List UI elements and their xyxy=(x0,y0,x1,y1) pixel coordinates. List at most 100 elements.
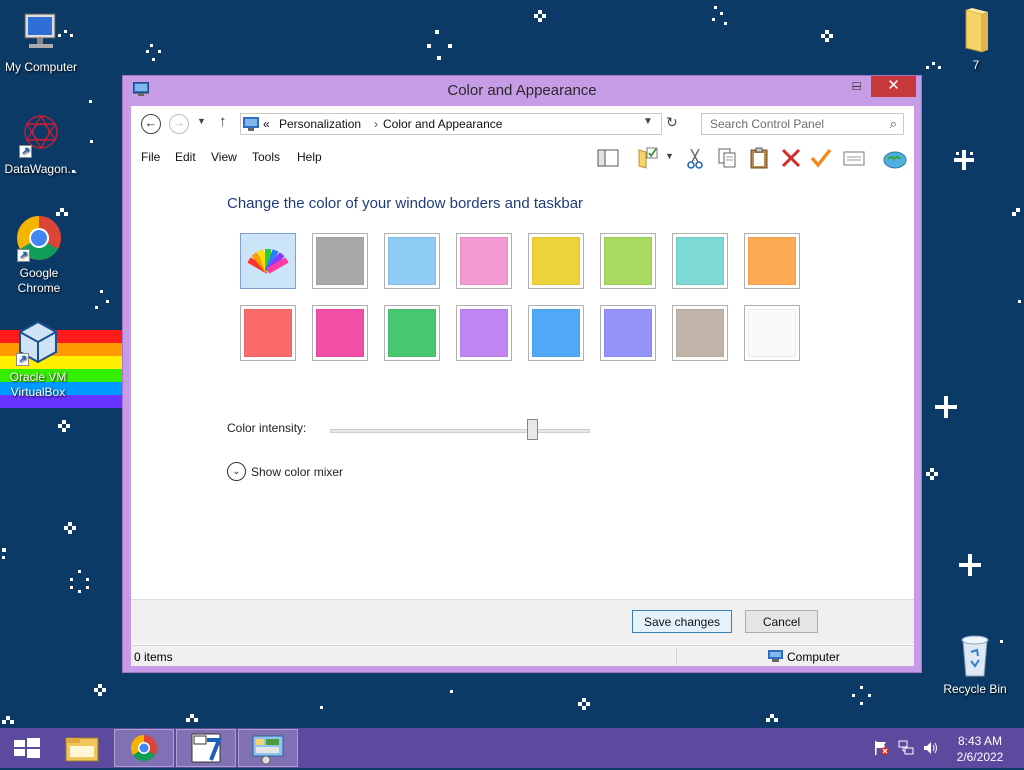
swatch-white[interactable] xyxy=(744,305,800,361)
cut-icon[interactable] xyxy=(683,146,707,170)
forward-button[interactable]: → xyxy=(169,114,189,134)
desktop-icon-virtualbox[interactable]: ↗ Oracle VM VirtualBox xyxy=(0,318,80,400)
taskbar-file-explorer[interactable] xyxy=(52,729,112,767)
desktop-icon-folder-7[interactable]: 7 xyxy=(934,6,1018,73)
file-explorer-icon xyxy=(65,737,99,762)
delete-icon[interactable] xyxy=(779,146,803,170)
virtualbox-icon: ↗ xyxy=(14,318,62,366)
swatch-yellow[interactable] xyxy=(528,233,584,289)
swatch-automatic[interactable] xyxy=(240,233,296,289)
status-bar: 0 items Computer xyxy=(131,645,914,666)
search-icon[interactable]: ⌕ xyxy=(890,116,897,132)
desktop-icon-my-computer[interactable]: My Computer xyxy=(0,8,83,75)
copy-icon[interactable] xyxy=(715,146,739,170)
navigation-bar: ← → ▼ ↑ « Personalization › Color and Ap… xyxy=(131,106,914,141)
back-button[interactable]: ← xyxy=(141,114,161,134)
dropdown-chevron-icon[interactable]: ▼ xyxy=(665,151,674,161)
swatch-red[interactable] xyxy=(240,305,296,361)
swatch-orange[interactable] xyxy=(744,233,800,289)
properties-check-icon[interactable] xyxy=(809,146,833,170)
folder-options-icon[interactable] xyxy=(636,146,660,170)
seven-zip-icon xyxy=(191,733,222,763)
maximize-button[interactable]: □ xyxy=(843,76,870,97)
address-bar[interactable]: « Personalization › Color and Appearance… xyxy=(240,113,662,135)
computer-icon xyxy=(17,8,65,56)
menu-tools[interactable]: Tools xyxy=(252,150,280,164)
menu-file[interactable]: File xyxy=(141,150,160,164)
item-count: 0 items xyxy=(134,650,173,664)
expand-chevron-icon: ⌄ xyxy=(227,462,246,481)
status-location: Computer xyxy=(787,650,840,664)
start-button[interactable] xyxy=(0,729,60,767)
action-center-flag-icon[interactable] xyxy=(873,740,890,756)
breadcrumb-personalization[interactable]: Personalization xyxy=(279,117,361,131)
swatch-teal[interactable] xyxy=(672,233,728,289)
status-divider xyxy=(676,648,677,665)
swatch-lime[interactable] xyxy=(600,233,656,289)
network-icon[interactable] xyxy=(898,740,915,756)
save-changes-button[interactable]: Save changes xyxy=(632,610,732,633)
desktop-icon-google-chrome[interactable]: ↗ Google Chrome xyxy=(0,214,81,296)
show-color-mixer-label: Show color mixer xyxy=(251,465,344,479)
color-appearance-window: Color and Appearance ‒ □ ✕ ← → ▼ ↑ « Per… xyxy=(122,75,922,673)
swatch-fill xyxy=(748,309,796,357)
breadcrumb-separator: › xyxy=(374,117,378,131)
volume-icon[interactable] xyxy=(922,740,939,756)
taskbar-clock[interactable]: 8:43 AM 2/6/2022 xyxy=(948,733,1012,765)
swatch-fill xyxy=(388,309,436,357)
swatch-fill xyxy=(676,309,724,357)
refresh-icon[interactable]: ↻ xyxy=(666,114,678,131)
clock-time: 8:43 AM xyxy=(957,734,1003,748)
search-box[interactable]: Search Control Panel ⌕ xyxy=(701,113,904,135)
chrome-icon xyxy=(130,734,157,762)
swatch-fill xyxy=(388,237,436,285)
desktop-icon-datawagon[interactable]: ↗ DataWagon... xyxy=(0,110,83,177)
folder-icon xyxy=(952,6,1000,54)
title-bar[interactable]: Color and Appearance ‒ □ ✕ xyxy=(123,76,921,105)
desktop-icon-recycle-bin[interactable]: Recycle Bin xyxy=(933,630,1017,697)
swatch-fill xyxy=(244,309,292,357)
swatch-fill xyxy=(532,309,580,357)
swatch-fill xyxy=(316,309,364,357)
swatch-magenta[interactable] xyxy=(312,305,368,361)
color-intensity-slider[interactable] xyxy=(330,429,590,433)
swatch-fill xyxy=(604,309,652,357)
view-icon[interactable] xyxy=(842,146,866,170)
swatch-blue[interactable] xyxy=(528,305,584,361)
paste-icon[interactable] xyxy=(747,146,771,170)
start-icon xyxy=(14,738,40,758)
recycle-bin-icon xyxy=(951,630,999,678)
layout-pane-icon[interactable] xyxy=(596,146,620,170)
chrome-icon: ↗ xyxy=(15,214,63,262)
color-intensity-label: Color intensity: xyxy=(227,421,307,435)
menu-edit[interactable]: Edit xyxy=(175,150,196,164)
taskbar-control-panel[interactable] xyxy=(238,729,298,767)
globe-icon[interactable] xyxy=(883,146,907,170)
recent-pages-chevron-icon[interactable]: ▼ xyxy=(197,116,206,126)
swatch-taupe[interactable] xyxy=(672,305,728,361)
swatch-fill xyxy=(460,237,508,285)
swatch-fill xyxy=(460,309,508,357)
swatch-fill xyxy=(748,237,796,285)
swatch-lavender[interactable] xyxy=(600,305,656,361)
swatch-sky[interactable] xyxy=(384,233,440,289)
swatch-purple[interactable] xyxy=(456,305,512,361)
menu-help[interactable]: Help xyxy=(297,150,322,164)
window-title: Color and Appearance xyxy=(447,82,597,99)
cancel-button[interactable]: Cancel xyxy=(745,610,818,633)
page-heading: Change the color of your window borders … xyxy=(227,195,584,212)
up-arrow-button[interactable]: ↑ xyxy=(219,113,227,130)
close-button[interactable]: ✕ xyxy=(871,76,916,97)
address-dropdown-icon[interactable]: ▼ xyxy=(643,116,653,127)
taskbar-7zip[interactable] xyxy=(176,729,236,767)
swatch-green[interactable] xyxy=(384,305,440,361)
swatch-gray[interactable] xyxy=(312,233,368,289)
slider-thumb[interactable] xyxy=(527,419,539,440)
breadcrumb-color-appearance[interactable]: Color and Appearance xyxy=(383,117,502,131)
dialog-footer: Save changes Cancel xyxy=(131,599,914,644)
taskbar-chrome[interactable] xyxy=(114,729,174,767)
address-overflow[interactable]: « xyxy=(263,117,270,131)
menu-view[interactable]: View xyxy=(211,150,237,164)
swatch-pink[interactable] xyxy=(456,233,512,289)
computer-icon xyxy=(768,650,783,662)
